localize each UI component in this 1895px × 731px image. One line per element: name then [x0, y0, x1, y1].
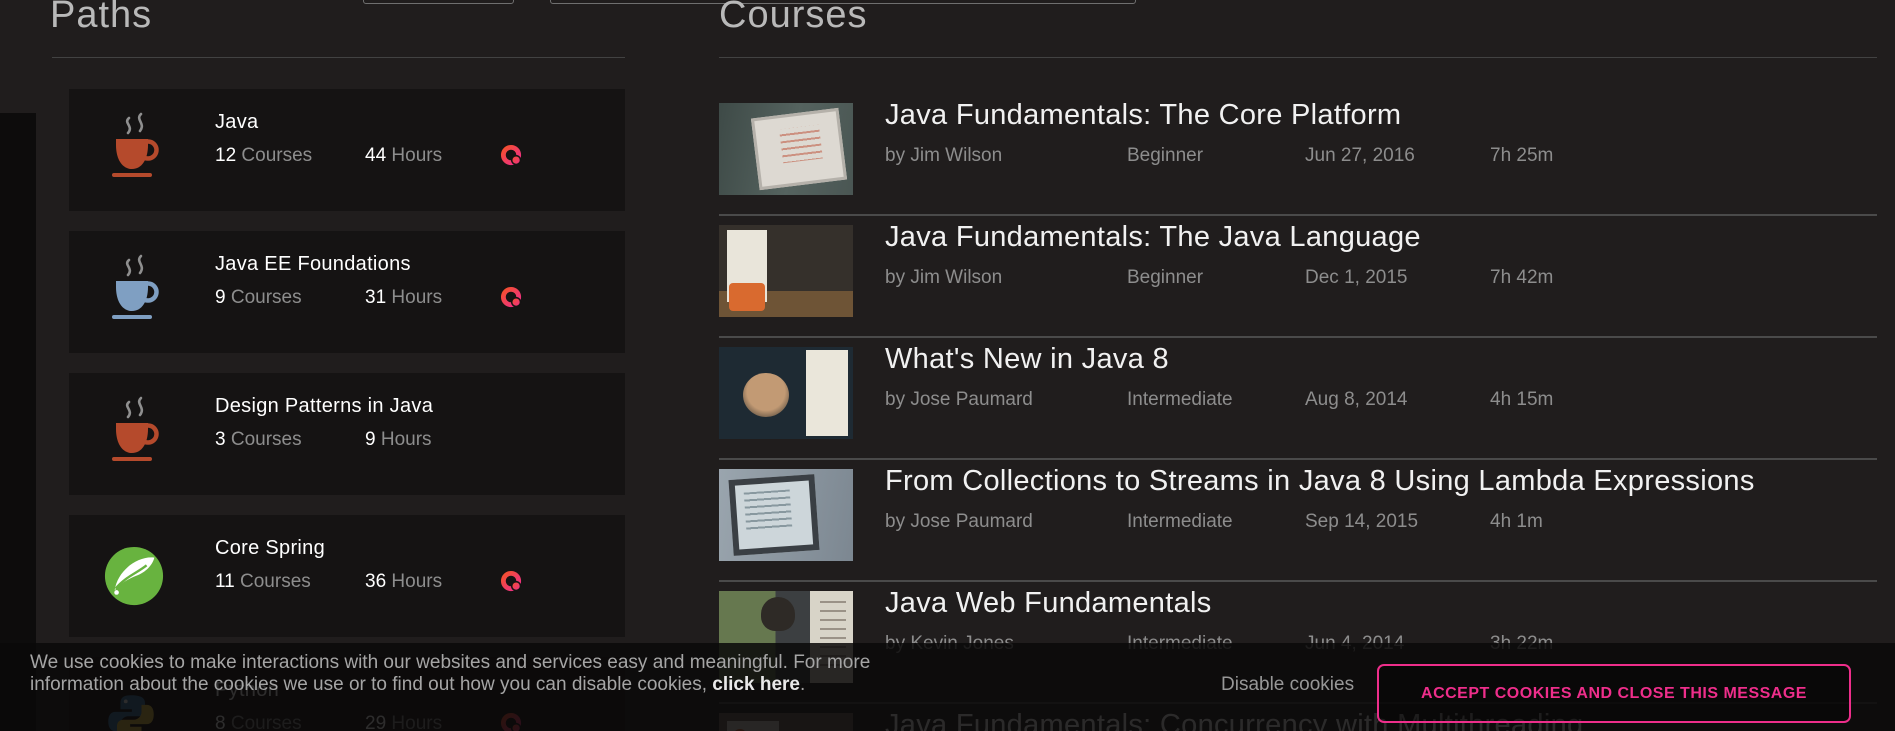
course-level: Intermediate	[1127, 389, 1233, 411]
row-divider	[719, 336, 1877, 338]
course-meta: by Jose Paumard Intermediate Sep 14, 201…	[0, 511, 1895, 535]
course-author: by Jim Wilson	[885, 267, 1002, 289]
course-title[interactable]: Java Web Fundamentals	[885, 587, 1212, 620]
paths-heading-rule	[52, 57, 625, 58]
courses-heading-rule	[719, 57, 1877, 58]
cookie-banner: We use cookies to make interactions with…	[0, 643, 1895, 731]
courses-heading: Courses	[719, 0, 868, 37]
course-title[interactable]: From Collections to Streams in Java 8 Us…	[885, 465, 1755, 498]
course-title[interactable]: Java Fundamentals: The Core Platform	[885, 99, 1401, 132]
disable-cookies-link[interactable]: Disable cookies	[1221, 674, 1354, 696]
cookie-message-line1: We use cookies to make interactions with…	[30, 652, 870, 673]
course-date: Aug 8, 2014	[1305, 389, 1407, 411]
cookie-message-line2: information about the cookies we use or …	[30, 674, 712, 695]
course-meta: by Jim Wilson Beginner Dec 1, 2015 7h 42…	[0, 267, 1895, 291]
accept-cookies-button[interactable]: ACCEPT COOKIES AND CLOSE THIS MESSAGE	[1377, 664, 1851, 723]
course-author: by Jose Paumard	[885, 511, 1033, 533]
search-results-page: Paths Java 12 Courses 44 Hours	[0, 0, 1895, 731]
course-author: by Jim Wilson	[885, 145, 1002, 167]
cookie-message-period: .	[800, 674, 805, 695]
course-duration: 4h 1m	[1490, 511, 1543, 533]
course-level: Beginner	[1127, 145, 1203, 167]
top-clipped-control[interactable]	[363, 0, 514, 4]
course-row: Java Fundamentals: The Core Platform by …	[0, 103, 1895, 225]
row-divider	[719, 214, 1877, 216]
cookie-click-here-link[interactable]: click here	[712, 674, 800, 695]
course-duration: 7h 25m	[1490, 145, 1553, 167]
cookie-message: We use cookies to make interactions with…	[30, 652, 870, 696]
course-date: Sep 14, 2015	[1305, 511, 1418, 533]
course-row: What's New in Java 8 by Jose Paumard Int…	[0, 347, 1895, 469]
course-row: Java Fundamentals: The Java Language by …	[0, 225, 1895, 347]
course-date: Dec 1, 2015	[1305, 267, 1407, 289]
course-author: by Jose Paumard	[885, 389, 1033, 411]
paths-heading: Paths	[50, 0, 152, 37]
course-level: Beginner	[1127, 267, 1203, 289]
row-divider	[719, 458, 1877, 460]
course-level: Intermediate	[1127, 511, 1233, 533]
course-date: Jun 27, 2016	[1305, 145, 1415, 167]
course-meta: by Jim Wilson Beginner Jun 27, 2016 7h 2…	[0, 145, 1895, 169]
course-title[interactable]: What's New in Java 8	[885, 343, 1169, 376]
course-duration: 7h 42m	[1490, 267, 1553, 289]
course-duration: 4h 15m	[1490, 389, 1553, 411]
course-row: From Collections to Streams in Java 8 Us…	[0, 469, 1895, 591]
course-title[interactable]: Java Fundamentals: The Java Language	[885, 221, 1421, 254]
course-meta: by Jose Paumard Intermediate Aug 8, 2014…	[0, 389, 1895, 413]
row-divider	[719, 580, 1877, 582]
